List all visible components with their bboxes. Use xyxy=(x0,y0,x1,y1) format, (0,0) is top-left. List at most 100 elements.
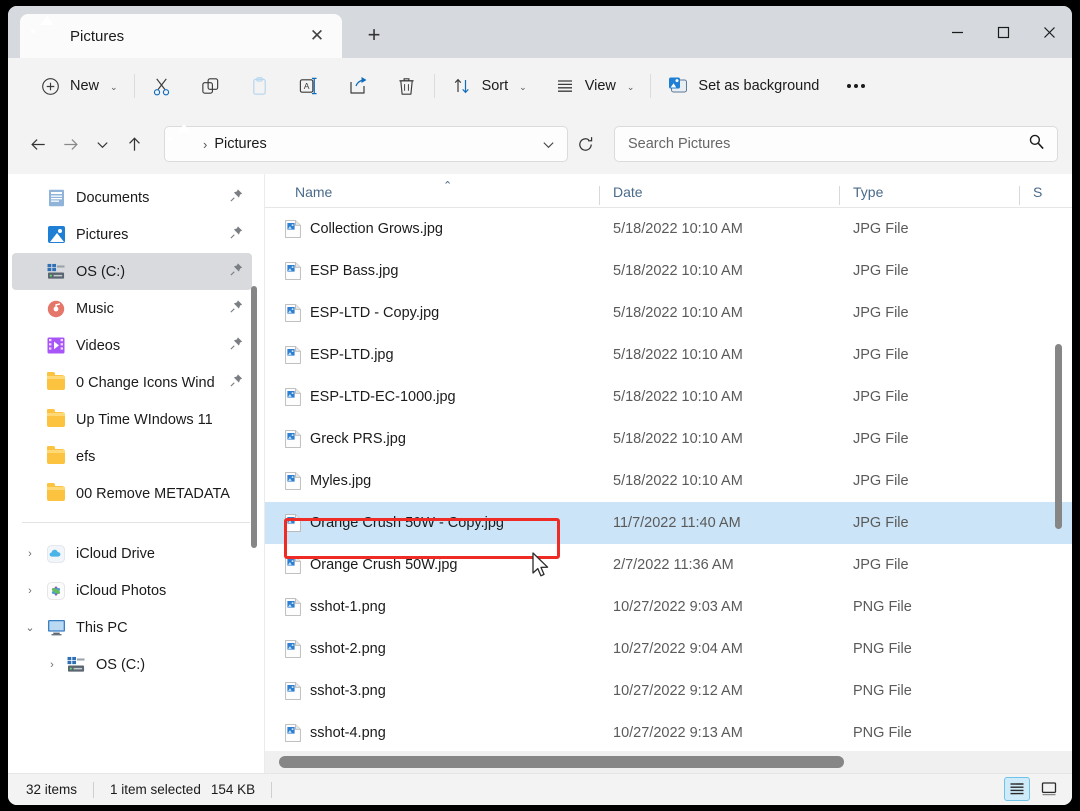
delete-button[interactable] xyxy=(387,69,427,103)
svg-text:A: A xyxy=(303,81,309,91)
column-header-name[interactable]: Name xyxy=(295,184,332,207)
share-icon xyxy=(347,75,369,97)
table-row[interactable]: ESP-LTD-EC-1000.jpg 5/18/2022 10:10 AM JPG… xyxy=(265,376,1072,418)
large-icons-view-button[interactable] xyxy=(1036,777,1062,801)
chevron-down-icon[interactable]: ⌄ xyxy=(22,620,38,636)
tab-pictures[interactable]: Pictures ✕ xyxy=(20,14,342,58)
sort-button[interactable]: Sort ⌄ xyxy=(442,69,536,103)
back-button[interactable] xyxy=(22,128,54,160)
sidebar-item-0-change-icons-wind[interactable]: 0 Change Icons Wind xyxy=(12,364,252,401)
cut-button[interactable] xyxy=(142,69,182,103)
table-row[interactable]: Orange Crush 50W - Copy.jpg 11/7/2022 11:… xyxy=(265,502,1072,544)
sidebar-item-documents[interactable]: Documents xyxy=(12,179,252,216)
pin-icon[interactable] xyxy=(229,225,244,245)
maximize-button[interactable] xyxy=(980,6,1026,58)
file-date: 5/18/2022 10:10 AM xyxy=(613,473,743,489)
pictures-icon xyxy=(46,225,66,245)
chevron-right-icon[interactable]: › xyxy=(22,583,38,599)
icloud-photos-icon xyxy=(46,581,66,601)
music-icon xyxy=(46,299,66,319)
file-type: JPG File xyxy=(853,431,909,447)
more-options-button[interactable] xyxy=(837,69,875,103)
sidebar-item-icloud-photos[interactable]: › iCloud Photos xyxy=(12,572,252,609)
share-button[interactable] xyxy=(338,69,378,103)
sidebar-item-this-pc-os-c[interactable]: › OS (C:) xyxy=(12,646,252,683)
file-icon xyxy=(285,514,301,532)
search-icon[interactable] xyxy=(1028,133,1045,155)
file-name: sshot-4.png xyxy=(310,725,386,741)
explorer-body: Documents Pictures OS (C:) Music Videos … xyxy=(8,174,1072,773)
pin-icon[interactable] xyxy=(229,299,244,319)
column-header-size[interactable]: S xyxy=(1019,184,1042,207)
tab-close-icon[interactable]: ✕ xyxy=(306,25,328,47)
search-box[interactable] xyxy=(614,126,1058,162)
breadcrumb-path: Pictures xyxy=(214,136,267,152)
table-row[interactable]: Myles.jpg 5/18/2022 10:10 AM JPG File xyxy=(265,460,1072,502)
column-header-type[interactable]: Type xyxy=(839,184,883,207)
details-view-button[interactable] xyxy=(1004,777,1030,801)
column-divider xyxy=(599,186,600,205)
drive-icon xyxy=(46,262,66,282)
sidebar-item-up-time-windows-11[interactable]: Up Time WIndows 11 xyxy=(12,401,252,438)
table-row[interactable]: Orange Crush 50W.jpg 2/7/2022 11:36 AM JPG… xyxy=(265,544,1072,586)
file-date: 5/18/2022 10:10 AM xyxy=(613,221,743,237)
table-row[interactable]: ESP Bass.jpg 5/18/2022 10:10 AM JPG File xyxy=(265,250,1072,292)
file-list-horizontal-scrollbar-thumb[interactable] xyxy=(279,756,844,768)
sidebar-item-pictures[interactable]: Pictures xyxy=(12,216,252,253)
copy-icon xyxy=(200,75,222,97)
address-bar[interactable]: › Pictures xyxy=(164,126,568,162)
table-row[interactable]: sshot-4.png 10/27/2022 9:13 AM PNG File xyxy=(265,712,1072,754)
sidebar-item-os-c[interactable]: OS (C:) xyxy=(12,253,252,290)
rename-button[interactable]: A xyxy=(289,69,329,103)
table-row[interactable]: sshot-1.png 10/27/2022 9:03 AM PNG File xyxy=(265,586,1072,628)
up-button[interactable] xyxy=(118,128,150,160)
column-header-date[interactable]: Date xyxy=(599,184,643,207)
pin-icon[interactable] xyxy=(229,262,244,282)
sidebar-item-videos[interactable]: Videos xyxy=(12,327,252,364)
search-input[interactable] xyxy=(628,136,1028,152)
table-row[interactable]: sshot-2.png 10/27/2022 9:04 AM PNG File xyxy=(265,628,1072,670)
address-dropdown-icon[interactable] xyxy=(535,131,561,157)
clipboard-icon xyxy=(249,75,271,97)
sidebar-item-00-remove-metadata[interactable]: 00 Remove METADATA xyxy=(12,475,252,512)
file-icon xyxy=(285,724,301,742)
file-name: Greck PRS.jpg xyxy=(310,431,406,447)
refresh-button[interactable] xyxy=(570,129,600,159)
view-button[interactable]: View ⌄ xyxy=(545,69,644,103)
sidebar-item-icloud-drive[interactable]: › iCloud Drive xyxy=(12,535,252,572)
table-row[interactable]: Greck PRS.jpg 5/18/2022 10:10 AM JPG File xyxy=(265,418,1072,460)
file-name: Orange Crush 50W - Copy.jpg xyxy=(310,515,504,531)
pin-icon[interactable] xyxy=(229,336,244,356)
new-button[interactable]: New ⌄ xyxy=(30,69,127,103)
table-row[interactable]: ESP-LTD.jpg 5/18/2022 10:10 AM JPG File xyxy=(265,334,1072,376)
pin-icon[interactable] xyxy=(229,188,244,208)
pictures-folder-icon xyxy=(175,134,195,154)
paste-button xyxy=(240,69,280,103)
sidebar-item-music[interactable]: Music xyxy=(12,290,252,327)
close-button[interactable] xyxy=(1026,6,1072,58)
pin-icon[interactable] xyxy=(229,373,244,393)
file-name: Orange Crush 50W.jpg xyxy=(310,557,458,573)
sidebar-item-efs[interactable]: efs xyxy=(12,438,252,475)
toolbar-divider-2 xyxy=(433,74,435,98)
chevron-right-icon[interactable]: › xyxy=(22,546,38,562)
table-row[interactable]: ESP-LTD - Copy.jpg 5/18/2022 10:10 AM JPG … xyxy=(265,292,1072,334)
sidebar-item-label: 00 Remove METADATA xyxy=(76,485,230,502)
table-row[interactable]: Collection Grows.jpg 5/18/2022 10:10 AM JP… xyxy=(265,208,1072,250)
new-tab-button[interactable]: + xyxy=(358,20,390,50)
recent-locations-button[interactable] xyxy=(86,128,118,160)
forward-button[interactable] xyxy=(54,128,86,160)
chevron-right-icon[interactable]: › xyxy=(44,657,60,673)
table-row[interactable]: sshot-3.png 10/27/2022 9:12 AM PNG File xyxy=(265,670,1072,712)
copy-button[interactable] xyxy=(191,69,231,103)
set-as-background-button[interactable]: Set as background xyxy=(658,69,828,103)
file-list-horizontal-scrollbar[interactable] xyxy=(265,751,1072,773)
file-date: 2/7/2022 11:36 AM xyxy=(613,557,734,573)
sidebar-item-label: OS (C:) xyxy=(96,656,146,673)
sidebar-item-this-pc[interactable]: ⌄ This PC xyxy=(12,609,252,646)
minimize-button[interactable] xyxy=(934,6,980,58)
file-list-vertical-scrollbar-thumb[interactable] xyxy=(1055,344,1062,529)
sidebar-item-label: Music xyxy=(76,300,114,317)
file-date: 10/27/2022 9:13 AM xyxy=(613,725,743,741)
sidebar-scrollbar-thumb[interactable] xyxy=(251,286,257,548)
